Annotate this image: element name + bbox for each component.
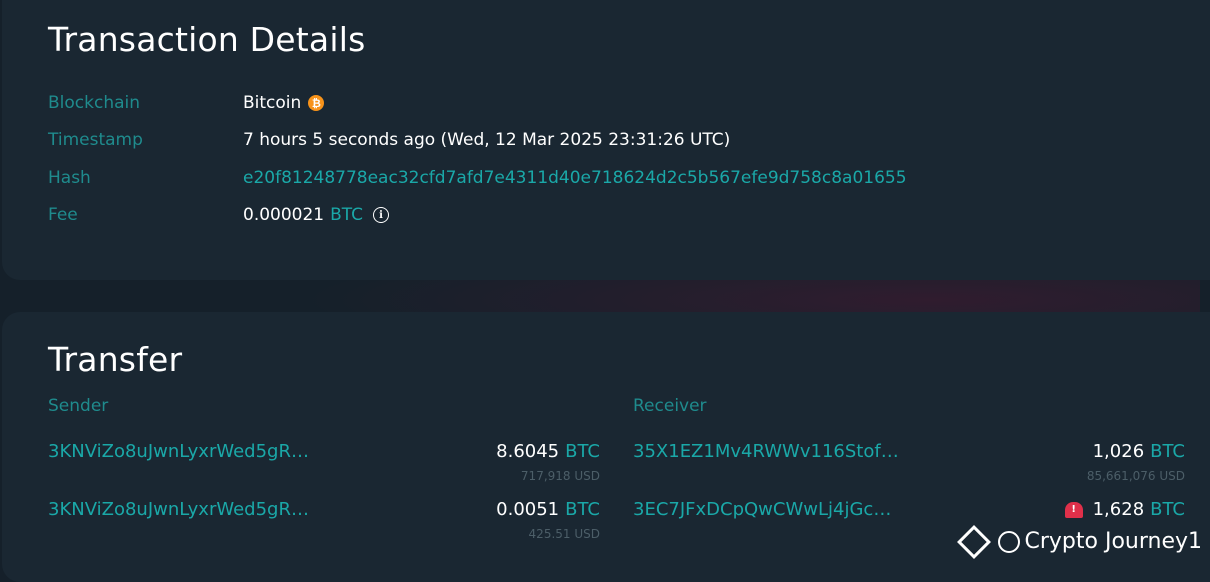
sender-amount: 8.6045 BTC: [496, 441, 600, 462]
fee-label: Fee: [48, 205, 78, 225]
timestamp-value: 7 hours 5 seconds ago (Wed, 12 Mar 2025 …: [243, 130, 730, 150]
avatar-icon: [998, 531, 1020, 553]
hash-label: Hash: [48, 168, 91, 188]
receiver-amount: ! 1,628BTC: [1065, 499, 1185, 520]
info-icon[interactable]: i: [373, 207, 389, 223]
sender-usd: 425.51 USD: [529, 527, 600, 541]
sender-amount: 0.0051 BTC: [496, 499, 600, 520]
fee-value: 0.000021 BTC i: [243, 205, 389, 225]
bitcoin-icon: ₿: [308, 95, 324, 111]
watermark: Crypto Journey1: [962, 529, 1202, 554]
transaction-details-card: Transaction Details Blockchain Bitcoin ₿…: [2, 0, 1210, 280]
watermark-text: Crypto Journey1: [1024, 529, 1202, 554]
timestamp-label: Timestamp: [48, 130, 143, 150]
transfer-title: Transfer: [48, 340, 182, 379]
receiver-amount-value: 1,628: [1093, 499, 1145, 520]
sender-amount-value: 8.6045: [496, 441, 559, 462]
sender-address[interactable]: 3KNViZo8uJwnLyxrWed5gR…: [48, 441, 309, 462]
fee-amount: 0.000021: [243, 205, 324, 225]
blockchain-name: Bitcoin: [243, 93, 301, 113]
binance-logo-icon: [958, 525, 992, 559]
receiver-header: Receiver: [633, 396, 707, 416]
hash-value[interactable]: e20f81248778eac32cfd7afd7e4311d40e718624…: [243, 168, 907, 188]
receiver-amount-value: 1,026: [1093, 441, 1145, 462]
fee-unit: BTC: [330, 205, 363, 225]
details-title: Transaction Details: [48, 20, 365, 59]
sender-usd: 717,918 USD: [521, 469, 600, 483]
receiver-amount-unit: BTC: [1150, 441, 1185, 462]
sender-amount-unit: BTC: [565, 441, 600, 462]
sender-amount-value: 0.0051: [496, 499, 559, 520]
sender-address[interactable]: 3KNViZo8uJwnLyxrWed5gR…: [48, 499, 309, 520]
receiver-usd: 85,661,076 USD: [1087, 469, 1185, 483]
sender-amount-unit: BTC: [565, 499, 600, 520]
blockchain-value: Bitcoin ₿: [243, 93, 324, 113]
receiver-amount-unit: BTC: [1150, 499, 1185, 520]
blockchain-label: Blockchain: [48, 93, 140, 113]
receiver-amount: 1,026BTC: [1093, 441, 1185, 462]
sender-header: Sender: [48, 396, 108, 416]
receiver-address[interactable]: 3EC7JFxDCpQwCWwLj4jGc…: [633, 499, 891, 520]
alert-siren-icon: !: [1065, 502, 1083, 518]
receiver-address[interactable]: 35X1EZ1Mv4RWWv116Stof…: [633, 441, 899, 462]
